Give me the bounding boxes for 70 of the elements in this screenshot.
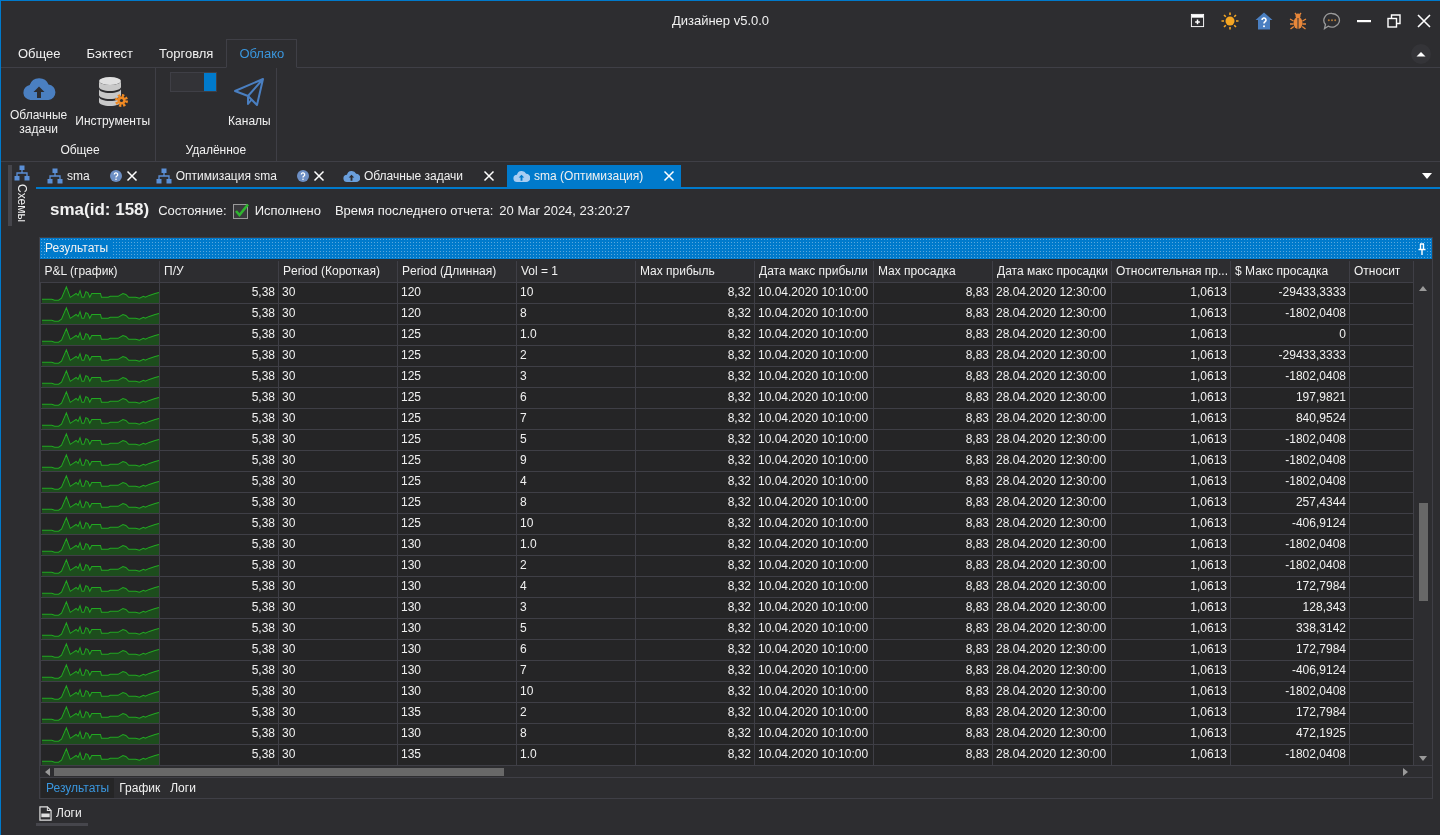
help-icon[interactable] [296, 170, 309, 182]
column-header[interactable]: Дата макс просадки [992, 261, 1112, 282]
pin-icon[interactable] [1417, 242, 1427, 255]
side-tab[interactable]: Схемы [8, 165, 30, 227]
column-header[interactable]: П/У [159, 261, 279, 282]
status-value: Исполнено [254, 202, 321, 219]
close-icon[interactable] [1417, 13, 1431, 28]
report-label: Время последнего отчета: [334, 202, 494, 219]
hierarchy-icon [14, 165, 30, 181]
cloud-upload-icon [21, 76, 56, 102]
caret-down-icon[interactable] [1422, 173, 1432, 179]
chat-bubble-icon[interactable] [1323, 11, 1341, 30]
panel-title: Результаты [45, 241, 113, 256]
sun-icon[interactable] [1221, 11, 1239, 30]
group-label: Удалённое [184, 142, 248, 159]
column-header[interactable]: $ Макс просадка [1230, 261, 1350, 282]
close-icon[interactable] [312, 170, 325, 182]
window-plus-icon[interactable] [1190, 13, 1205, 28]
group-label: Общее [59, 142, 101, 159]
column-header[interactable]: Period (Короткая) [278, 261, 398, 282]
scroll-left-arrow-icon[interactable] [45, 767, 50, 776]
house-help-icon[interactable] [1255, 11, 1273, 30]
document-title: sma(id: 158) [50, 200, 150, 221]
bug-icon[interactable] [1289, 11, 1307, 30]
report-time: 20 Mar 2024, 23:20:27 [499, 202, 631, 219]
cloud-upload-icon [513, 169, 531, 183]
panel-tab[interactable]: Результаты [41, 778, 115, 798]
column-header[interactable]: Max просадка [873, 261, 993, 282]
toggle-switch[interactable] [170, 72, 218, 92]
database-gear-icon [96, 76, 129, 108]
column-header[interactable]: Max прибыль [635, 261, 755, 282]
column-header[interactable]: Period (Длинная) [397, 261, 517, 282]
document-icon [39, 806, 52, 821]
panel-tab[interactable]: Логи [165, 778, 201, 798]
window-title: Дизайнер v5.0.0 [671, 12, 770, 29]
document-tab[interactable]: sma [41, 165, 144, 187]
ribbon-tab[interactable]: Общее [5, 39, 74, 68]
ribbon-button[interactable]: Инструменты [74, 68, 152, 130]
scroll-up-arrow-icon[interactable] [1419, 286, 1427, 291]
restore-icon[interactable] [1387, 13, 1401, 28]
close-icon[interactable] [125, 170, 138, 182]
dock-tab[interactable]: Логи [36, 804, 88, 826]
hierarchy-icon [155, 168, 172, 184]
scroll-right-arrow-icon[interactable] [1403, 767, 1408, 776]
help-icon[interactable] [109, 170, 122, 182]
close-icon[interactable] [483, 170, 496, 182]
hierarchy-icon [47, 168, 63, 184]
column-header[interactable]: P&L (график) [40, 261, 160, 282]
ribbon-tab[interactable]: Бэктест [73, 39, 147, 68]
cloud-upload-icon [342, 169, 360, 183]
checkbox[interactable] [232, 202, 249, 219]
document-tab[interactable]: Оптимизация sma [149, 165, 331, 187]
ribbon-button[interactable]: Облачные задачи [9, 68, 69, 138]
ribbon-tab[interactable]: Торговля [146, 39, 227, 68]
paper-plane-icon [233, 76, 266, 108]
panel-tab[interactable]: График [114, 778, 166, 798]
caret-up-icon[interactable] [1411, 43, 1431, 64]
horizontal-scrollbar[interactable] [40, 765, 1432, 777]
column-header[interactable]: Относит [1349, 261, 1414, 282]
column-header[interactable]: Vol = 1 [516, 261, 636, 282]
scroll-thumb[interactable] [54, 767, 504, 776]
document-tab[interactable]: Облачные задачи [336, 165, 502, 187]
column-header[interactable]: Дата макс прибыли [754, 261, 874, 282]
ribbon-tab[interactable]: Облако [226, 39, 298, 68]
document-tab[interactable]: sma (Оптимизация) [507, 165, 682, 187]
status-label: Состояние: [158, 202, 227, 219]
column-header[interactable]: Относительная пр... [1111, 261, 1231, 282]
ribbon-button[interactable]: Каналы [227, 68, 272, 130]
scroll-thumb[interactable] [1418, 503, 1428, 601]
scroll-down-arrow-icon[interactable] [1419, 756, 1427, 761]
